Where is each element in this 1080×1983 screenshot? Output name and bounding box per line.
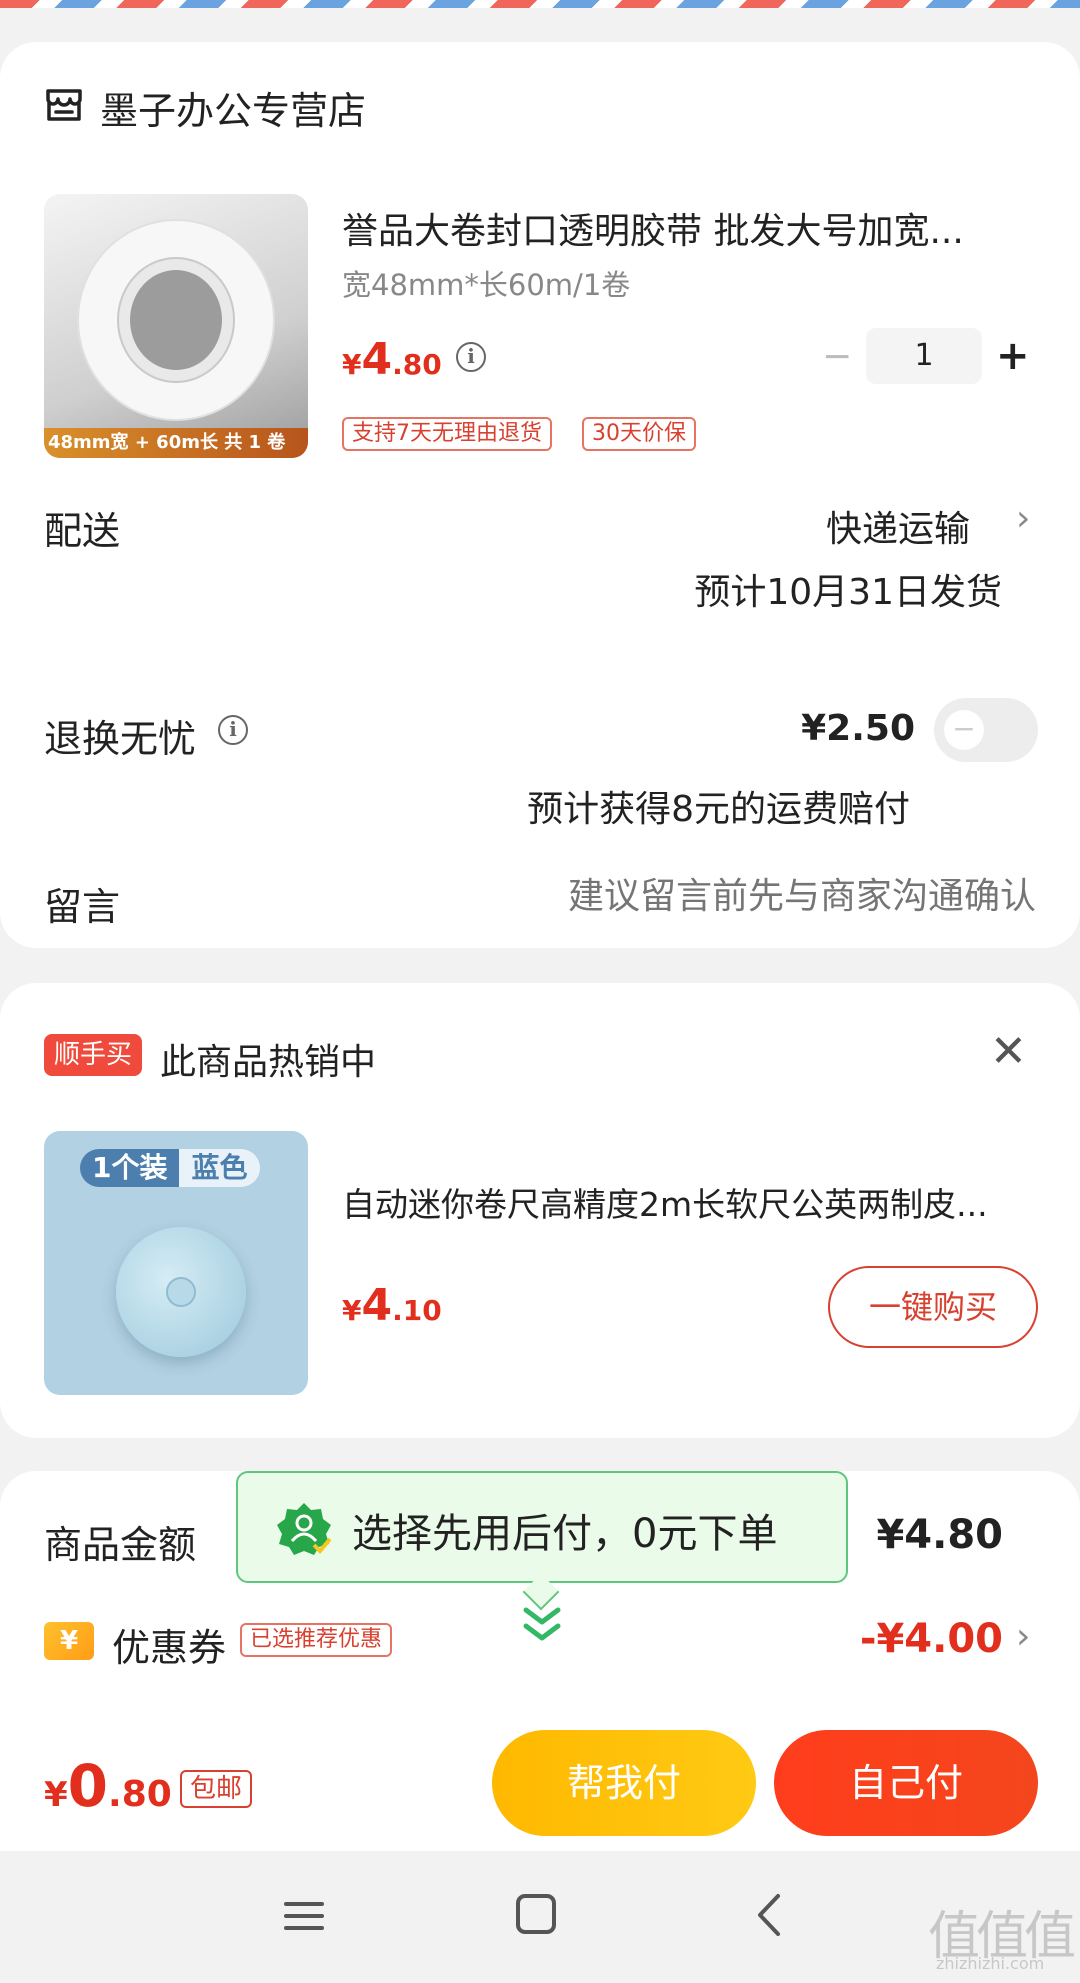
upsell-title: 此商品热销中 [160, 1042, 377, 1083]
chevron-right-icon[interactable]: › [1016, 498, 1030, 539]
amount-label: 商品金额 [44, 1523, 197, 1567]
tooltip-text: 选择先用后付，0元下单 [352, 1511, 778, 1557]
close-icon[interactable]: ✕ [990, 1030, 1027, 1074]
price-decimal: .80 [392, 348, 442, 381]
upsell-image-tag-color: 蓝色 [179, 1149, 260, 1187]
upsell-product-title[interactable]: 自动迷你卷尺高精度2m长软尺公英两制皮... [342, 1178, 1032, 1226]
product-image-band: 48mm宽 + 60m长 共 1 卷 [44, 428, 308, 458]
product-image[interactable]: 48mm宽 + 60m长 共 1 卷 [44, 194, 308, 458]
price-info-icon[interactable]: i [456, 342, 486, 372]
back-icon[interactable] [752, 1892, 786, 1938]
delivery-label: 配送 [44, 509, 121, 553]
message-label: 留言 [44, 885, 121, 929]
self-pay-button[interactable]: 自己付 [774, 1730, 1038, 1836]
coupon-label[interactable]: 优惠券 [112, 1617, 226, 1672]
toggle-knob: − [944, 710, 984, 750]
tape-measure-illustration [116, 1227, 246, 1357]
store-name[interactable]: 墨子办公专营店 [100, 80, 366, 135]
upsell-badge: 顺手买 [44, 1034, 143, 1076]
delivery-method[interactable]: 快递运输 [826, 500, 970, 552]
upsell-product-price: ¥4.10 [342, 1280, 442, 1331]
tape-roll-illustration [77, 219, 275, 421]
upsell-image-tag-count: 1个装 [80, 1149, 180, 1187]
tag-7day-return: 支持7天无理由退货 [342, 417, 552, 451]
product-price: ¥4.80 [342, 334, 442, 385]
watermark-url: zhizhizhi.com [936, 1954, 1045, 1973]
price-decimal: .10 [392, 1294, 442, 1327]
double-chevron-down-icon[interactable] [520, 1600, 564, 1648]
coupon-icon: ¥ [44, 1622, 94, 1660]
price-currency: ¥ [44, 1775, 68, 1815]
home-icon[interactable] [516, 1894, 556, 1934]
price-currency: ¥ [342, 348, 362, 381]
recent-apps-icon[interactable] [284, 1896, 324, 1936]
coupon-tag: 已选推荐优惠 [240, 1623, 393, 1657]
price-currency: ¥ [342, 1294, 362, 1327]
message-input[interactable] [476, 876, 1036, 917]
tag-price-protection: 30天价保 [582, 417, 696, 451]
total-price: ¥0.80 [44, 1752, 172, 1820]
return-info-icon[interactable]: i [218, 715, 248, 745]
price-integer: 0 [67, 1752, 109, 1820]
return-insurance-price: ¥2.50 [801, 708, 915, 749]
upsell-product-image[interactable]: 1个装 蓝色 [44, 1131, 308, 1395]
amount-value: ¥4.80 [876, 1512, 1003, 1558]
quantity-increase-button[interactable]: + [996, 336, 1030, 376]
product-spec[interactable]: 宽48mm*长60m/1卷 [342, 262, 630, 304]
airmail-border [0, 0, 1080, 8]
verified-badge-icon [277, 1503, 332, 1555]
price-integer: 4 [361, 334, 393, 385]
ship-date: 预计10月31日发货 [694, 572, 1002, 613]
one-click-buy-button[interactable]: 一键购买 [828, 1266, 1038, 1348]
upsell-image-tag: 1个装 蓝色 [80, 1149, 260, 1187]
store-icon [46, 89, 82, 121]
free-shipping-tag: 包邮 [180, 1770, 253, 1808]
quantity-decrease-button[interactable]: − [822, 339, 852, 375]
compensation-note: 预计获得8元的运费赔付 [527, 789, 910, 830]
price-decimal: .80 [108, 1774, 172, 1815]
return-insurance-toggle[interactable]: − [934, 698, 1038, 762]
quantity-value[interactable]: 1 [866, 328, 982, 384]
pay-later-tooltip[interactable]: 选择先用后付，0元下单 [236, 1471, 848, 1583]
chevron-right-icon[interactable]: › [1016, 1616, 1030, 1657]
help-pay-button[interactable]: 帮我付 [492, 1730, 756, 1836]
tape-measure-button [166, 1277, 196, 1307]
product-title[interactable]: 誉品大卷封口透明胶带 批发大号加宽... [342, 202, 1002, 254]
return-insurance-label: 退换无忧 [44, 717, 197, 761]
coupon-value[interactable]: -¥4.00 [860, 1616, 1003, 1662]
price-integer: 4 [361, 1280, 393, 1331]
